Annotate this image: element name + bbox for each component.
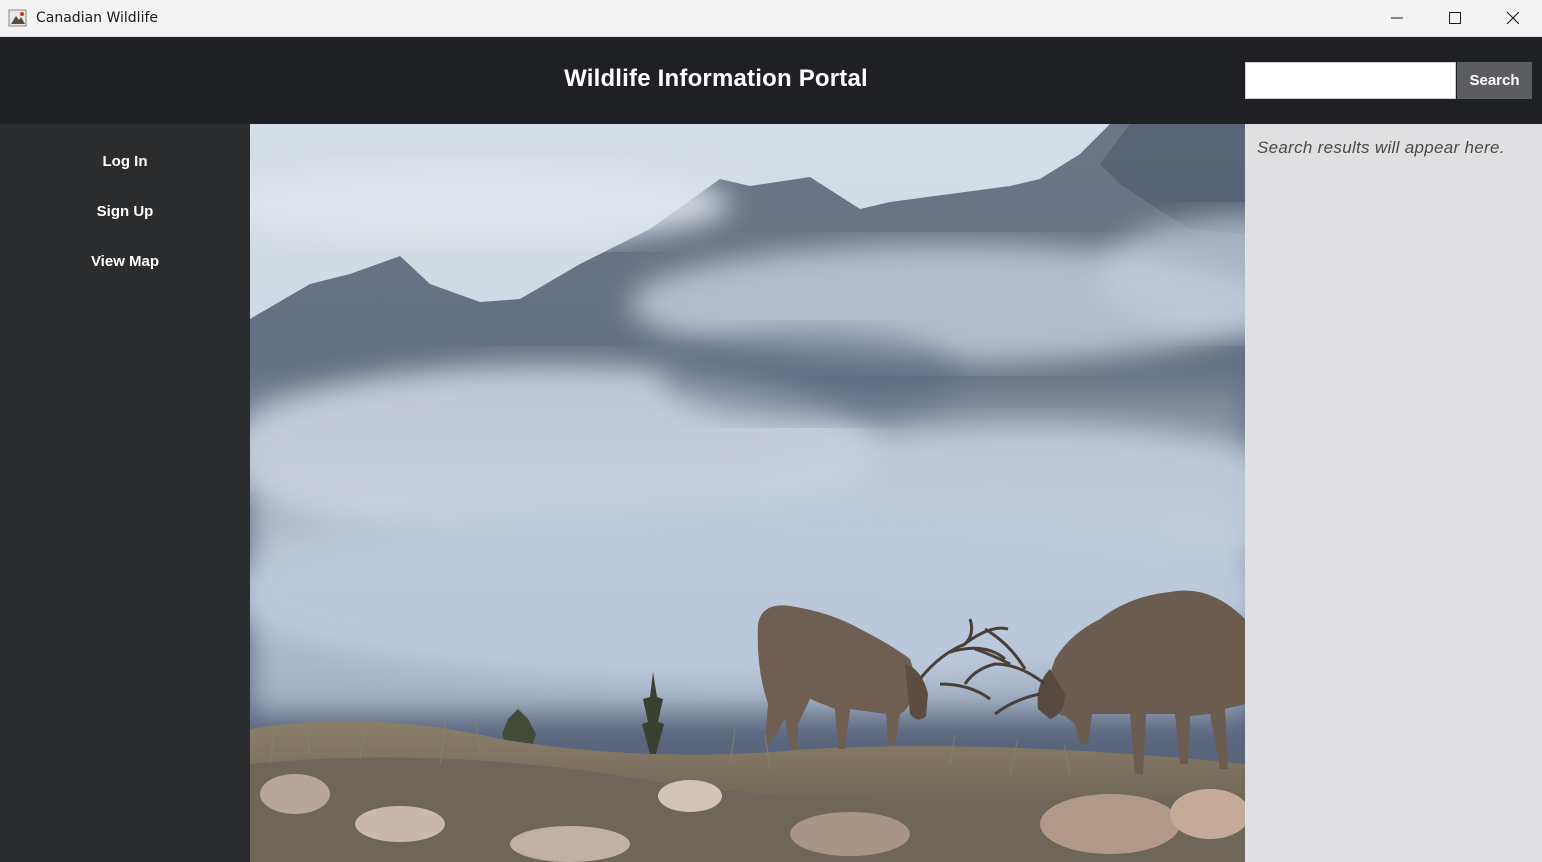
- minimize-icon: [1391, 17, 1403, 19]
- search-results-panel: Search results will appear here.: [1245, 124, 1542, 862]
- close-icon: [1507, 12, 1519, 24]
- maximize-button[interactable]: [1426, 0, 1484, 36]
- sidebar-item-log-in[interactable]: Log In: [0, 153, 250, 170]
- close-button[interactable]: [1484, 0, 1542, 36]
- window-titlebar: Canadian Wildlife: [0, 0, 1542, 37]
- minimize-button[interactable]: [1368, 0, 1426, 36]
- sidebar-item-view-map[interactable]: View Map: [0, 253, 250, 270]
- maximize-icon: [1449, 12, 1461, 24]
- page-title: Wildlife Information Portal: [564, 65, 868, 92]
- search-input[interactable]: [1245, 62, 1456, 99]
- hero-image: [250, 124, 1245, 862]
- sidebar: Log In Sign Up View Map: [0, 124, 250, 862]
- window-title: Canadian Wildlife: [36, 10, 159, 26]
- search-results-placeholder: Search results will appear here.: [1257, 138, 1505, 157]
- search-button[interactable]: Search: [1457, 62, 1532, 99]
- sidebar-item-sign-up[interactable]: Sign Up: [0, 203, 250, 220]
- app-icon: [8, 8, 28, 28]
